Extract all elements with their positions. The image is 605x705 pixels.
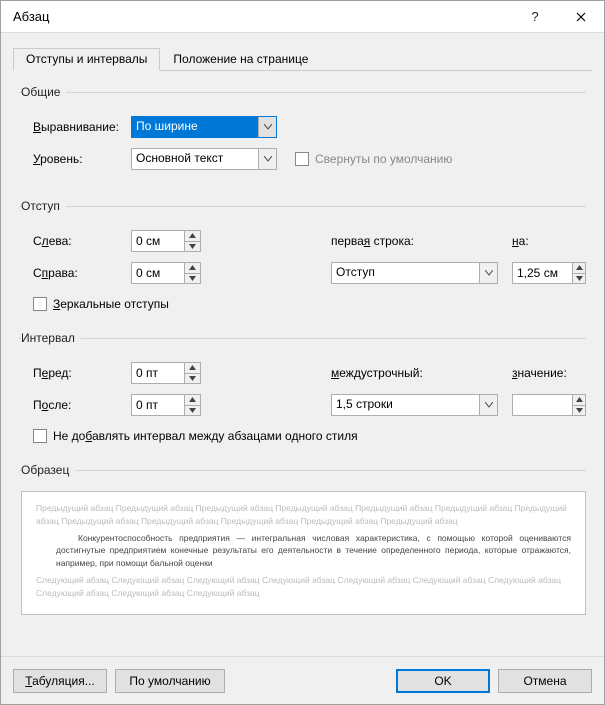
arrow-down-icon[interactable] xyxy=(573,406,585,416)
chevron-down-icon xyxy=(479,263,497,283)
spinner-by[interactable] xyxy=(512,262,586,284)
checkbox-noadd[interactable]: Не добавлять интервал между абзацами одн… xyxy=(21,429,586,443)
checkbox-mirror[interactable]: Зеркальные отступы xyxy=(21,297,586,311)
group-preview: Образец Предыдущий абзац Предыдущий абза… xyxy=(19,463,586,615)
label-by: на: xyxy=(512,234,586,248)
legend-general: Общие xyxy=(21,85,66,99)
preview-sample: Конкурентоспособность предприятия — инте… xyxy=(36,532,571,570)
spinner-right[interactable] xyxy=(131,262,201,284)
legend-preview: Образец xyxy=(21,463,75,477)
arrow-down-icon[interactable] xyxy=(185,274,200,284)
checkbox-collapsed-label: Свернуты по умолчанию xyxy=(315,152,452,166)
chevron-down-icon xyxy=(258,149,276,169)
paragraph-dialog: Абзац ? Отступы и интервалы Положение на… xyxy=(0,0,605,705)
legend-indent: Отступ xyxy=(21,199,66,213)
checkbox-box xyxy=(33,297,47,311)
close-icon xyxy=(576,12,586,22)
dialog-title: Абзац xyxy=(13,9,512,24)
legend-spacing: Интервал xyxy=(21,331,81,345)
spinner-by-input[interactable] xyxy=(513,263,572,283)
label-after: После: xyxy=(21,398,131,412)
spinner-left-input[interactable] xyxy=(132,231,184,251)
tabs-button[interactable]: Табуляция... xyxy=(13,669,107,693)
arrow-up-icon[interactable] xyxy=(185,263,200,274)
group-indent: Отступ Слева: Справа: xyxy=(19,199,586,311)
tab-indents-label: Отступы и интервалы xyxy=(26,52,147,66)
combo-level[interactable]: Основной текст xyxy=(131,148,277,170)
footer: Табуляция... По умолчанию OK Отмена xyxy=(1,656,604,704)
group-general: Общие Выравнивание: По ширине Уровень: О… xyxy=(19,85,586,173)
arrow-up-icon[interactable] xyxy=(573,395,585,406)
spinner-left[interactable] xyxy=(131,230,201,252)
arrow-up-icon[interactable] xyxy=(185,395,200,406)
spinner-after[interactable] xyxy=(131,394,201,416)
combo-alignment[interactable]: По ширине xyxy=(131,116,277,138)
spinner-before-input[interactable] xyxy=(132,363,184,383)
label-linespacing: междустрочный: xyxy=(331,366,498,380)
spinner-after-input[interactable] xyxy=(132,395,184,415)
tab-strip: Отступы и интервалы Положение на страниц… xyxy=(13,47,592,71)
arrow-down-icon[interactable] xyxy=(573,274,585,284)
arrow-down-icon[interactable] xyxy=(185,406,200,416)
label-left: Слева: xyxy=(21,234,131,248)
combo-level-value: Основной текст xyxy=(132,149,258,169)
chevron-down-icon xyxy=(258,117,276,137)
chevron-down-icon xyxy=(479,395,497,415)
label-at: значение: xyxy=(512,366,586,380)
cancel-button[interactable]: Отмена xyxy=(498,669,592,693)
help-button[interactable]: ? xyxy=(512,1,558,33)
ok-button[interactable]: OK xyxy=(396,669,490,693)
spinner-before[interactable] xyxy=(131,362,201,384)
titlebar: Абзац ? xyxy=(1,1,604,33)
spinner-right-input[interactable] xyxy=(132,263,184,283)
spinner-at-input[interactable] xyxy=(513,395,572,415)
arrow-down-icon[interactable] xyxy=(185,374,200,384)
label-right: Справа: xyxy=(21,266,131,280)
arrow-up-icon[interactable] xyxy=(185,231,200,242)
tab-position[interactable]: Положение на странице xyxy=(160,48,321,71)
preview-next: Следующий абзац Следующий абзац Следующи… xyxy=(36,574,571,600)
combo-linespacing-value: 1,5 строки xyxy=(332,395,479,415)
default-button[interactable]: По умолчанию xyxy=(115,669,225,693)
label-level: Уровень: xyxy=(21,152,131,166)
checkbox-mirror-label: Зеркальные отступы xyxy=(53,297,169,311)
spinner-at[interactable] xyxy=(512,394,586,416)
close-button[interactable] xyxy=(558,1,604,33)
arrow-up-icon[interactable] xyxy=(573,263,585,274)
tab-position-label: Положение на странице xyxy=(173,52,308,66)
label-firstline: первая строка: xyxy=(331,234,498,248)
tab-indents[interactable]: Отступы и интервалы xyxy=(13,48,160,71)
checkbox-collapsed: Свернуты по умолчанию xyxy=(295,152,452,166)
combo-firstline[interactable]: Отступ xyxy=(331,262,498,284)
arrow-up-icon[interactable] xyxy=(185,363,200,374)
combo-linespacing[interactable]: 1,5 строки xyxy=(331,394,498,416)
combo-firstline-value: Отступ xyxy=(332,263,479,283)
group-spacing: Интервал Перед: После: xyxy=(19,331,586,443)
label-before: Перед: xyxy=(21,366,131,380)
preview-box: Предыдущий абзац Предыдущий абзац Предыд… xyxy=(21,491,586,615)
combo-alignment-value: По ширине xyxy=(132,117,258,137)
checkbox-noadd-label: Не добавлять интервал между абзацами одн… xyxy=(53,429,358,443)
arrow-down-icon[interactable] xyxy=(185,242,200,252)
label-alignment: Выравнивание: xyxy=(21,120,131,134)
checkbox-box xyxy=(33,429,47,443)
checkbox-box xyxy=(295,152,309,166)
preview-prev: Предыдущий абзац Предыдущий абзац Предыд… xyxy=(36,502,571,528)
